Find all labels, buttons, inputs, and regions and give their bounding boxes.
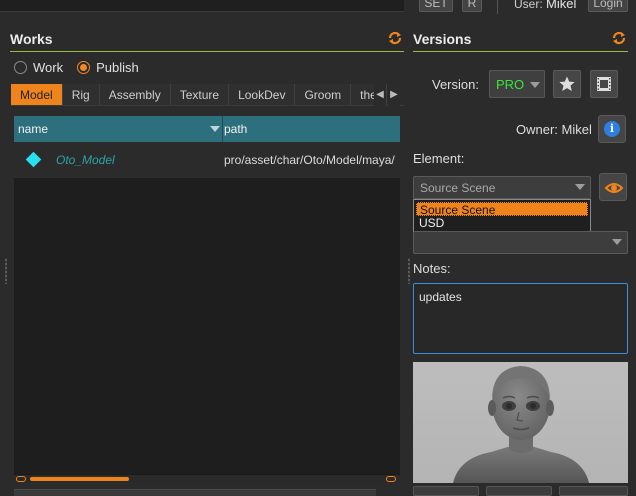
versions-title-underline (413, 51, 628, 52)
scroll-right-cap[interactable] (386, 476, 396, 482)
preview-thumbnail (413, 362, 628, 483)
owner-label: Owner: (516, 122, 558, 137)
table-horizontal-scrollbar[interactable] (14, 474, 400, 482)
element-option-usd[interactable]: USD (416, 216, 588, 230)
tab-texture[interactable]: Texture (170, 84, 230, 105)
scroll-thumb[interactable] (30, 477, 129, 481)
tab-lookdev[interactable]: LookDev (229, 84, 296, 105)
version-value: PRO (496, 77, 525, 92)
top-left-field (0, 0, 404, 12)
action-button-3[interactable] (559, 486, 628, 496)
chevron-down-icon (530, 82, 540, 88)
tab-scroll-left-icon[interactable]: ◀ (374, 84, 386, 106)
column-header-name[interactable]: name (14, 116, 48, 142)
center-splitter-handle[interactable] (408, 258, 410, 284)
tab-model[interactable]: Model (11, 84, 63, 105)
scroll-left-cap[interactable] (16, 476, 26, 482)
notes-label: Notes: (413, 261, 451, 276)
row-name: Oto_Model (56, 153, 115, 167)
owner-display: Owner: Mikel (516, 122, 592, 137)
versions-title: Versions (413, 31, 472, 47)
playblast-button[interactable] (590, 70, 618, 98)
owner-info-button[interactable]: i (598, 115, 626, 143)
tab-assembly[interactable]: Assembly (99, 84, 171, 105)
eye-icon (604, 183, 624, 193)
versions-refresh-icon[interactable] (611, 30, 627, 46)
chevron-down-icon (612, 239, 622, 245)
works-bottom-panel (14, 489, 376, 496)
table-header: name path (14, 116, 400, 142)
element-option-source-scene[interactable]: Source Scene (416, 202, 588, 217)
work-radio-label[interactable]: Work (33, 60, 63, 75)
favorite-button[interactable] (553, 70, 581, 98)
star-icon (559, 76, 575, 91)
tab-groom[interactable]: Groom (295, 84, 352, 105)
user-display: User: Mikel (514, 0, 576, 11)
publish-radio[interactable] (77, 61, 91, 74)
owner-value: Mikel (561, 122, 592, 137)
left-splitter-handle[interactable] (5, 258, 7, 284)
sort-indicator-icon (210, 126, 220, 132)
info-icon: i (604, 121, 620, 137)
work-publish-radio-group: Work Publish (14, 60, 153, 75)
notes-text: updates (419, 290, 462, 304)
film-icon (597, 77, 611, 91)
user-name: Mikel (546, 0, 577, 11)
tab-rig[interactable]: Rig (62, 84, 100, 105)
work-radio[interactable] (14, 61, 27, 74)
works-table: name path Oto_Model pro/asset/char/Oto/M… (14, 116, 400, 482)
element-value: Source Scene (420, 181, 496, 195)
top-bar: SET R User: Mikel Login (0, 0, 636, 20)
model-diamond-icon (25, 151, 42, 168)
publish-radio-label[interactable]: Publish (96, 60, 139, 75)
row-path: pro/asset/char/Oto/Model/maya/ (224, 153, 395, 167)
element-dropdown-list: Source Scene USD (413, 199, 591, 233)
user-prefix: User: (514, 0, 543, 11)
view-element-button[interactable] (599, 173, 627, 201)
table-row[interactable]: Oto_Model pro/asset/char/Oto/Model/maya/ (14, 142, 400, 178)
element-select[interactable]: Source Scene (413, 176, 591, 199)
action-button-2[interactable] (486, 486, 552, 496)
topbar-separator (497, 0, 498, 14)
notes-textarea[interactable]: updates (413, 283, 628, 354)
chevron-down-icon (575, 184, 585, 190)
login-button[interactable]: Login (588, 0, 628, 12)
version-select[interactable]: PRO (489, 70, 545, 98)
column-header-path[interactable]: path (220, 116, 247, 142)
r-button[interactable]: R (462, 0, 482, 12)
version-label: Version: (432, 77, 479, 92)
works-title: Works (10, 31, 53, 47)
action-button-1[interactable] (413, 486, 479, 496)
tab-scroll-right-icon[interactable]: ▶ (388, 84, 400, 106)
secondary-select[interactable] (413, 231, 628, 254)
element-label: Element: (413, 151, 465, 166)
works-title-underline (10, 51, 404, 52)
character-bust-image (453, 366, 589, 483)
set-button[interactable]: SET (419, 0, 453, 12)
works-refresh-icon[interactable] (387, 30, 403, 46)
department-tabs: Model Rig Assembly Texture LookDev Groom… (11, 84, 404, 106)
